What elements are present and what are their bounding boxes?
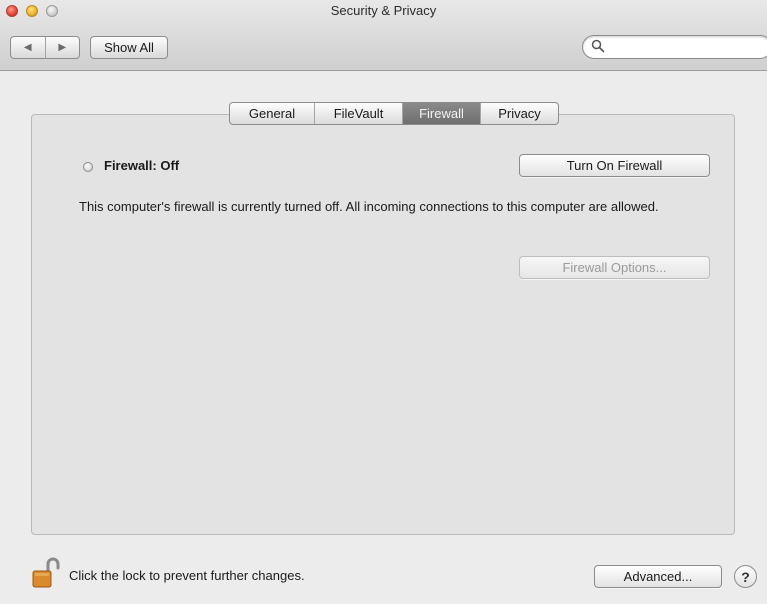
tab-firewall[interactable]: Firewall <box>402 103 480 124</box>
back-arrow-icon: ◀ <box>23 42 32 53</box>
back-forward-control: ◀ ▶ <box>10 36 80 59</box>
search-input[interactable] <box>607 38 761 58</box>
tab-general[interactable]: General <box>230 103 314 124</box>
unlocked-padlock-icon[interactable] <box>31 557 61 589</box>
show-all-button[interactable]: Show All <box>90 36 168 59</box>
search-field[interactable] <box>582 35 767 59</box>
forward-arrow-icon: ▶ <box>58 42 67 53</box>
help-icon: ? <box>741 568 750 585</box>
forward-button[interactable]: ▶ <box>44 37 80 58</box>
firewall-status-indicator-icon <box>83 162 93 172</box>
content-panel <box>31 114 735 535</box>
firewall-description: This computer's firewall is currently tu… <box>79 199 659 214</box>
security-privacy-window: Security & Privacy ◀ ▶ Show All General … <box>0 0 767 604</box>
toolbar: Security & Privacy ◀ ▶ Show All <box>0 0 767 71</box>
tab-bar: General FileVault Firewall Privacy <box>229 102 559 125</box>
tab-filevault[interactable]: FileVault <box>314 103 402 124</box>
firewall-status-label: Firewall: Off <box>104 158 180 173</box>
tab-privacy[interactable]: Privacy <box>480 103 558 124</box>
search-icon <box>591 39 605 53</box>
lock-instruction-text: Click the lock to prevent further change… <box>69 568 305 583</box>
advanced-button[interactable]: Advanced... <box>594 565 722 588</box>
turn-on-firewall-button[interactable]: Turn On Firewall <box>519 154 710 177</box>
window-title: Security & Privacy <box>330 3 437 18</box>
back-button[interactable]: ◀ <box>11 37 45 58</box>
firewall-options-button[interactable]: Firewall Options... <box>519 256 710 279</box>
help-button[interactable]: ? <box>734 565 757 588</box>
